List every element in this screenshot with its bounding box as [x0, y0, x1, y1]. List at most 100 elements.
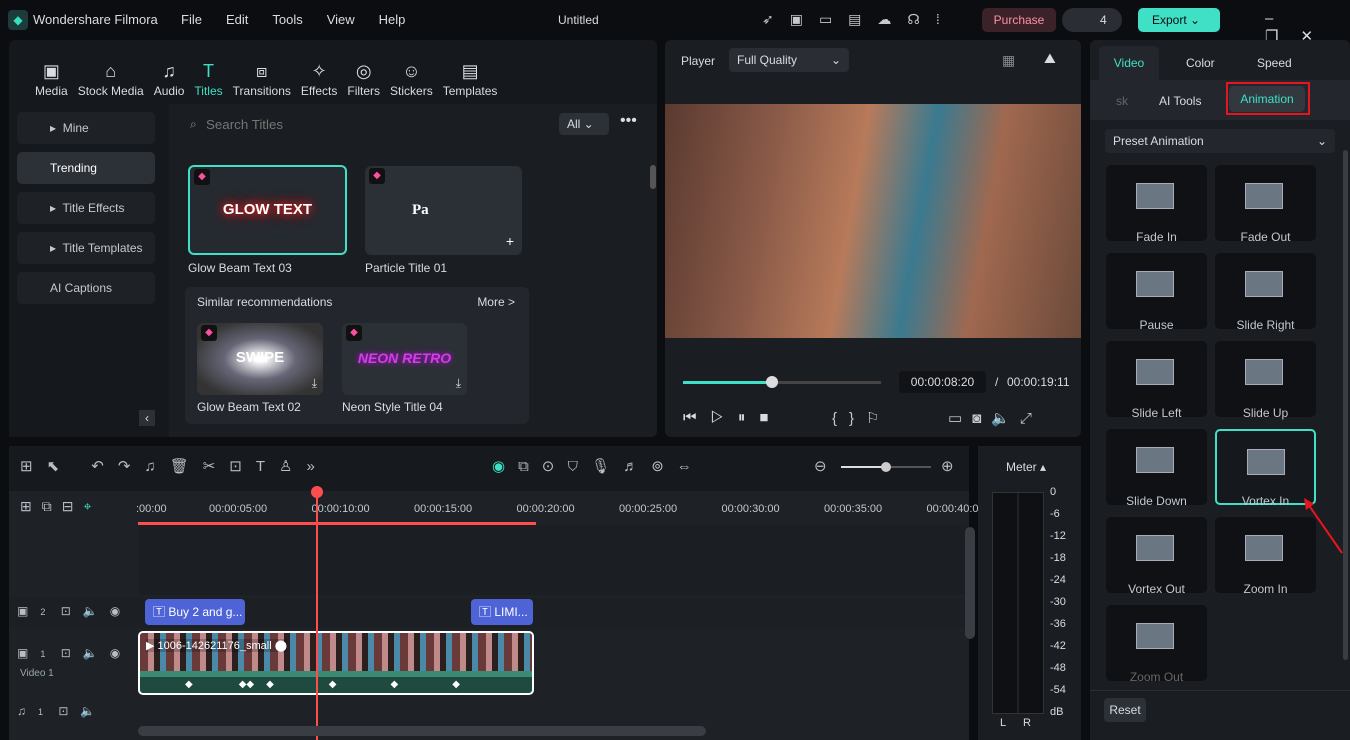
channel-right: R — [1023, 717, 1031, 729]
tool-effects[interactable]: ✧ Effects — [301, 58, 337, 98]
player-tools[interactable]: ▭◙🔈⤢ — [948, 409, 1042, 427]
tool-filters[interactable]: ◎ Filters — [347, 58, 380, 98]
channel-left: L — [1000, 717, 1007, 729]
animation-label: Slide Down — [1126, 494, 1187, 508]
tool-titles[interactable]: T Titles — [194, 58, 222, 98]
title-card-neon-style-04[interactable]: ◆ NEON RETRO ⤓ — [342, 323, 467, 395]
zoom-slider[interactable] — [841, 462, 931, 472]
meter-scale-label: -30 — [1050, 596, 1066, 608]
download-icon[interactable]: ⤓ — [456, 376, 461, 391]
tab-color[interactable]: Color — [1186, 56, 1215, 70]
audio-track-controls[interactable]: ♫1 ⊡🔈 — [17, 704, 107, 718]
tool-transitions[interactable]: ⧈ Transitions — [233, 58, 291, 98]
properties-scrollbar[interactable] — [1343, 150, 1348, 660]
playhead[interactable] — [311, 486, 323, 740]
track-1-controls[interactable]: ▣1 ⊡🔈◉ — [17, 646, 132, 660]
more-link[interactable]: More > — [477, 295, 515, 309]
tool-media[interactable]: ▣ Media — [35, 58, 68, 98]
tool-stock-media[interactable]: ⌂ Stock Media — [78, 58, 144, 98]
meter-scale-label: -48 — [1050, 662, 1066, 674]
grid-view-icon[interactable]: ▦ — [1002, 52, 1015, 69]
media-icon: ▣ — [42, 61, 60, 81]
sidebar-trending[interactable]: Trending — [17, 152, 155, 184]
title-card-glow-beam-02[interactable]: ◆ SWIPE ⤓ — [197, 323, 323, 395]
playback-slider[interactable] — [683, 376, 881, 388]
section-heading: Similar recommendations — [197, 295, 333, 309]
meter-scale-label: -36 — [1050, 618, 1066, 630]
subtab-mask[interactable]: sk — [1116, 94, 1128, 108]
ruler-tick-label: 00:00:35:00 — [824, 503, 883, 515]
purchase-button[interactable]: Purchase — [982, 8, 1056, 32]
app-name: Wondershare Filmora — [33, 12, 158, 27]
stickers-icon: ☺ — [402, 61, 421, 81]
title-card-particle-01[interactable]: ◆ Pa + — [365, 166, 522, 255]
meter-label[interactable]: Meter ▴ — [1006, 460, 1046, 474]
audio-icon: ♫ — [162, 61, 176, 81]
menu-tools[interactable]: Tools — [272, 12, 302, 27]
meter-scale-label: 0 — [1050, 486, 1057, 498]
credits-badge[interactable]: 4 — [1062, 8, 1122, 32]
sidebar-ai-captions[interactable]: AI Captions — [17, 272, 155, 304]
title-bar: ◆ Wondershare Filmora File Edit Tools View H… — [0, 0, 1350, 45]
zoom-in-icon[interactable]: ⊕ — [941, 457, 954, 475]
track-tools[interactable]: ⊞⧉⊟⌖ — [20, 498, 101, 515]
ai-tools[interactable]: ◉⧉⊙⛉🎙♬⊚⇔ — [492, 457, 705, 475]
sidebar-title-effects[interactable]: ▸ Title Effects — [17, 192, 155, 224]
preview-icon — [1245, 271, 1283, 297]
edit-tools[interactable]: ⊞⬉ ↶↷♫🗑✂⊡T♙» — [20, 457, 329, 475]
premium-gem-icon: ◆ — [369, 168, 385, 184]
subtab-ai-tools[interactable]: AI Tools — [1159, 94, 1201, 108]
video-clip[interactable]: ▶ 1006-142621176_small ⬤ ◆ ◆◆ ◆ ◆ ◆ ◆ — [138, 631, 534, 695]
keyframes[interactable]: ◆ ◆◆ ◆ ◆ ◆ ◆ — [185, 679, 460, 690]
preset-animation-dropdown[interactable]: Preset Animation ⌄ — [1105, 129, 1335, 153]
title-clip[interactable]: 🅃 Buy 2 and g... — [145, 599, 245, 625]
menu-edit[interactable]: Edit — [226, 12, 248, 27]
tool-templates[interactable]: ▤ Templates — [443, 58, 498, 98]
menu-bar: File Edit Tools View Help — [181, 12, 429, 27]
tab-video[interactable]: Video — [1099, 46, 1159, 80]
menu-file[interactable]: File — [181, 12, 202, 27]
track-2-controls[interactable]: ▣2 ⊡🔈◉ — [17, 604, 132, 618]
total-time: 00:00:19:11 — [1007, 375, 1070, 389]
more-options-icon[interactable]: ••• — [620, 112, 637, 130]
export-button[interactable]: Export ⌄ — [1138, 8, 1220, 32]
reset-button[interactable]: Reset — [1104, 698, 1146, 722]
tool-stickers[interactable]: ☺ Stickers — [390, 58, 433, 98]
collapse-sidebar-button[interactable]: ‹ — [139, 410, 155, 426]
preview-icon — [1136, 183, 1174, 209]
sidebar-title-templates[interactable]: ▸ Title Templates — [17, 232, 155, 264]
header-icons[interactable]: ➶▣▭▤☁☊⁞ — [762, 11, 956, 28]
timeline-h-scrollbar[interactable] — [138, 726, 706, 736]
download-icon[interactable]: ⤓ — [312, 376, 317, 391]
premium-gem-icon: ◆ — [201, 325, 217, 341]
preview-icon — [1136, 623, 1174, 649]
search-titles-input[interactable] — [206, 113, 506, 135]
tab-speed[interactable]: Speed — [1257, 56, 1292, 70]
subtab-animation[interactable]: Animation — [1229, 86, 1305, 112]
meter-scale-label: -12 — [1050, 530, 1066, 542]
menu-help[interactable]: Help — [379, 12, 406, 27]
menu-view[interactable]: View — [327, 12, 355, 27]
marker-controls[interactable]: {}⚐ — [832, 409, 891, 427]
tool-label: Filters — [347, 84, 381, 98]
sidebar-mine[interactable]: ▸ Mine — [17, 112, 155, 144]
add-icon[interactable]: + — [506, 233, 514, 249]
animation-label: Fade Out — [1240, 230, 1291, 244]
quality-dropdown[interactable]: Full Quality ⌄ — [729, 48, 849, 72]
video-preview[interactable] — [665, 104, 1081, 338]
library-scrollbar[interactable] — [650, 165, 656, 189]
preview-icon — [1245, 359, 1283, 385]
clip-name: ▶ 1006-142621176_small ⬤ — [146, 639, 288, 652]
thumb-text: GLOW TEXT — [222, 201, 313, 218]
title-card-glow-beam-03[interactable]: ◆ GLOW TEXT — [188, 165, 347, 255]
timeline-v-scrollbar[interactable] — [965, 527, 975, 639]
filter-dropdown[interactable]: All ⌄ — [559, 113, 609, 135]
title-clip[interactable]: 🅃 LIMI... — [471, 599, 533, 625]
playback-controls[interactable]: ⏮▷⏸■ — [683, 409, 782, 426]
zoom-out-icon[interactable]: ⊖ — [814, 457, 827, 475]
meter-scale-label: -42 — [1050, 640, 1066, 652]
tool-audio[interactable]: ♫ Audio — [154, 58, 185, 98]
ruler-tick-label: 00:00:20:00 — [516, 503, 575, 515]
scope-icon[interactable]: ⛰ — [1044, 50, 1056, 67]
thumb-text: SWIPE — [235, 349, 285, 366]
